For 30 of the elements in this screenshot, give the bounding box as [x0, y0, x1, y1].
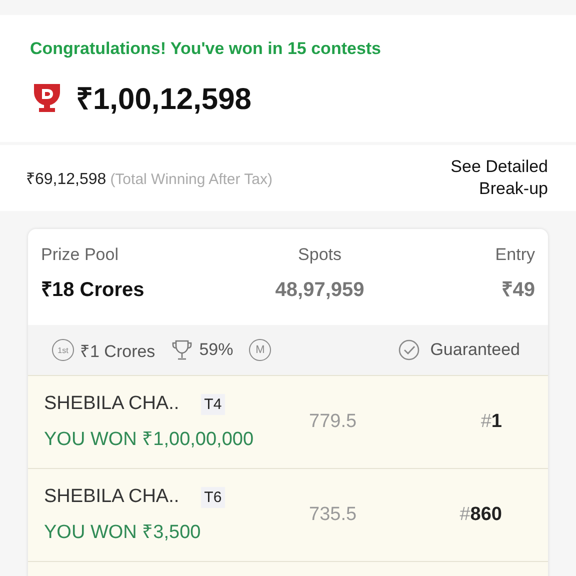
- player-name: SHEBILA CHA..: [44, 393, 180, 415]
- check-circle-icon: [398, 339, 420, 361]
- column-value: ₹49: [502, 278, 535, 302]
- points: 735.5: [309, 504, 358, 526]
- after-tax-amount: ₹69,12,598: [26, 171, 106, 188]
- after-tax-note: (Total Winning After Tax): [110, 171, 272, 188]
- trophy-icon: [171, 339, 194, 361]
- multi-entry-badge: M: [249, 339, 272, 361]
- first-prize-badge: 1st: [52, 339, 74, 361]
- congratulations-message: Congratulations! You've won in 15 contests: [30, 39, 382, 59]
- first-prize-amount: ₹1 Crores: [80, 340, 156, 362]
- column-value: 48,97,959: [275, 278, 364, 302]
- entry-row[interactable]: SHEBILA CHA.. T4 YOU WON ₹1,00,00,000 779.5 #1: [28, 375, 548, 468]
- detailed-breakup-link[interactable]: See Detailed Break-up: [428, 156, 548, 200]
- total-winnings: ₹1,00,12,598: [76, 82, 252, 118]
- winning-amount: YOU WON ₹3,500: [44, 521, 202, 544]
- entry-row[interactable]: SHEBILA CHA.. T6 YOU WON ₹3,500 735.5 #860: [28, 468, 548, 561]
- column-label: Entry: [495, 245, 535, 265]
- points: 779.5: [309, 411, 358, 433]
- column-value: ₹18 Crores: [41, 278, 144, 302]
- team-tag: T4: [201, 394, 225, 414]
- player-name: SHEBILA CHA..: [44, 486, 180, 508]
- win-share: 59%: [199, 340, 234, 360]
- guaranteed-label: Guaranteed: [430, 340, 520, 360]
- column-label: Spots: [298, 245, 342, 265]
- team-tag: T6: [201, 486, 225, 508]
- winning-amount: YOU WON ₹1,00,00,000: [44, 428, 255, 451]
- rank: #1: [480, 411, 502, 433]
- column-label: Prize Pool: [41, 245, 120, 265]
- rank: #860: [460, 504, 502, 526]
